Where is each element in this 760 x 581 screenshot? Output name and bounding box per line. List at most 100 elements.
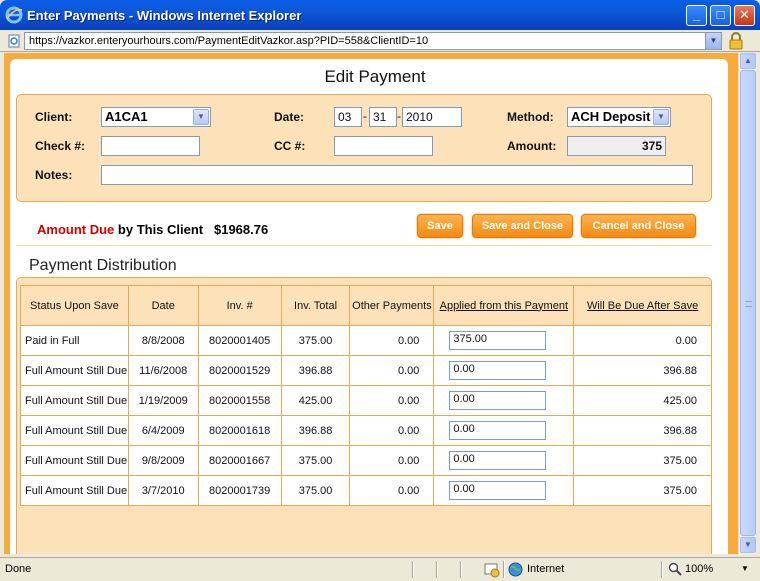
applied-column-header-link[interactable]: Applied from this Payment <box>433 285 575 326</box>
window-title: Enter Payments - Windows Internet Explor… <box>27 8 302 23</box>
maximize-button[interactable]: □ <box>710 5 731 26</box>
applied-amount-input[interactable]: 0.00 <box>449 451 547 470</box>
status-cell: Full Amount Still Due <box>20 475 129 506</box>
other-payments-cell: 0.00 <box>349 415 435 446</box>
other-payments-cell: 0.00 <box>349 475 435 506</box>
scroll-thumb[interactable] <box>740 70 756 536</box>
applied-amount-input[interactable]: 0.00 <box>449 391 547 410</box>
divider <box>16 245 712 246</box>
due-after-cell: 425.00 <box>573 385 712 416</box>
page-icon <box>8 34 20 48</box>
invoice-cell: 8020001739 <box>197 475 282 506</box>
table-row: Full Amount Still Due 1/19/2009 80200015… <box>20 385 712 416</box>
invoice-total-cell: 375.00 <box>280 475 351 506</box>
date-cell: 1/19/2009 <box>127 385 199 416</box>
column-header: Date <box>127 285 199 326</box>
date-cell: 6/4/2009 <box>127 415 199 446</box>
date-month-input[interactable]: 03 <box>334 107 362 127</box>
page-content: Edit Payment Client: A1CA1 ▼ Date: 03 - … <box>10 59 728 554</box>
cc-label: CC #: <box>274 139 306 153</box>
chevron-down-icon[interactable]: ▼ <box>193 109 209 125</box>
applied-amount-input[interactable]: 0.00 <box>449 361 547 380</box>
chevron-down-icon[interactable]: ▼ <box>653 109 669 125</box>
cancel-and-close-button[interactable]: Cancel and Close <box>581 214 696 238</box>
table-header-row: Status Upon Save Date Inv. # Inv. Total … <box>20 285 712 326</box>
invoice-cell: 8020001618 <box>197 415 282 446</box>
due-after-cell: 396.88 <box>573 415 712 446</box>
method-select-value: ACH Deposit <box>571 109 651 124</box>
notes-label: Notes: <box>35 168 73 182</box>
client-select[interactable]: A1CA1 ▼ <box>101 107 211 127</box>
ie-logo-icon <box>5 6 23 24</box>
save-button[interactable]: Save <box>417 214 463 238</box>
status-text: Done <box>5 563 32 575</box>
security-zone-text: Internet <box>527 563 565 575</box>
due-column-header-link[interactable]: Will Be Due After Save <box>573 285 712 326</box>
date-day-input[interactable]: 31 <box>369 107 397 127</box>
amount-due-label: Amount Due <box>37 222 115 237</box>
date-separator: - <box>397 109 401 123</box>
due-after-cell: 396.88 <box>573 355 712 386</box>
invoice-cell: 8020001529 <box>197 355 282 386</box>
lock-icon[interactable] <box>728 32 744 50</box>
applied-amount-input[interactable]: 375.00 <box>449 331 547 350</box>
date-cell: 9/8/2009 <box>127 445 199 476</box>
notes-input[interactable] <box>101 165 693 185</box>
scroll-grip-icon <box>745 301 752 307</box>
invoice-total-cell: 396.88 <box>280 355 351 386</box>
method-label: Method: <box>507 110 554 124</box>
applied-cell: 0.00 <box>433 445 575 476</box>
popup-blocker-icon[interactable] <box>484 562 500 578</box>
scroll-down-icon[interactable]: ▼ <box>740 537 756 553</box>
vertical-scrollbar[interactable]: ▲ ▼ <box>738 53 756 554</box>
check-number-input[interactable] <box>101 136 200 156</box>
applied-cell: 0.00 <box>433 385 575 416</box>
zoom-level[interactable]: 100% <box>685 563 713 575</box>
scroll-up-icon[interactable]: ▲ <box>740 53 756 69</box>
date-label: Date: <box>274 110 305 124</box>
amount-due-value: $1968.76 <box>213 222 269 237</box>
applied-amount-input[interactable]: 0.00 <box>449 481 547 500</box>
invoice-total-cell: 375.00 <box>280 445 351 476</box>
status-separator <box>460 561 462 578</box>
due-after-cell: 375.00 <box>573 445 712 476</box>
zoom-dropdown-icon[interactable]: ▼ <box>741 564 749 573</box>
other-payments-cell: 0.00 <box>349 325 435 356</box>
amount-field: 375 <box>567 136 666 156</box>
url-dropdown-icon[interactable]: ▼ <box>705 33 721 49</box>
column-header: Status Upon Save <box>20 285 129 326</box>
date-year-input[interactable]: 2010 <box>402 107 462 127</box>
due-after-cell: 0.00 <box>573 325 712 356</box>
invoice-total-cell: 396.88 <box>280 415 351 446</box>
table-row: Full Amount Still Due 11/6/2008 80200015… <box>20 355 712 386</box>
table-row: Paid in Full 8/8/2008 8020001405 375.00 … <box>20 325 712 356</box>
invoice-total-cell: 425.00 <box>280 385 351 416</box>
check-label: Check #: <box>35 139 86 153</box>
applied-amount-input[interactable]: 0.00 <box>449 421 547 440</box>
close-button[interactable]: ✕ <box>734 5 755 26</box>
applied-cell: 0.00 <box>433 355 575 386</box>
zoom-icon <box>668 562 682 576</box>
url-input[interactable]: https://vazkor.enteryourhours.com/Paymen… <box>24 32 722 50</box>
status-bar: Done Internet 100% ▼ <box>0 557 760 581</box>
status-separator <box>503 561 505 578</box>
other-payments-cell: 0.00 <box>349 385 435 416</box>
page-frame: Edit Payment Client: A1CA1 ▼ Date: 03 - … <box>4 53 738 554</box>
column-header: Inv. Total <box>280 285 351 326</box>
method-select[interactable]: ACH Deposit ▼ <box>567 107 671 127</box>
applied-cell: 0.00 <box>433 415 575 446</box>
date-separator: - <box>363 109 367 123</box>
table-row: Full Amount Still Due 3/7/2010 802000173… <box>20 475 712 506</box>
amount-label: Amount: <box>507 139 557 153</box>
window-titlebar[interactable]: Enter Payments - Windows Internet Explor… <box>0 0 760 30</box>
status-cell: Full Amount Still Due <box>20 445 129 476</box>
status-separator <box>412 561 414 578</box>
invoice-cell: 8020001667 <box>197 445 282 476</box>
minimize-button[interactable]: _ <box>686 5 707 26</box>
invoice-cell: 8020001405 <box>197 325 282 356</box>
save-and-close-button[interactable]: Save and Close <box>472 214 573 238</box>
cc-number-input[interactable] <box>334 136 433 156</box>
amount-due-summary: Amount Due by This Client $1968.76 <box>37 222 268 237</box>
url-text: https://vazkor.enteryourhours.com/Paymen… <box>29 35 429 47</box>
column-header: Other Payments <box>349 285 435 326</box>
